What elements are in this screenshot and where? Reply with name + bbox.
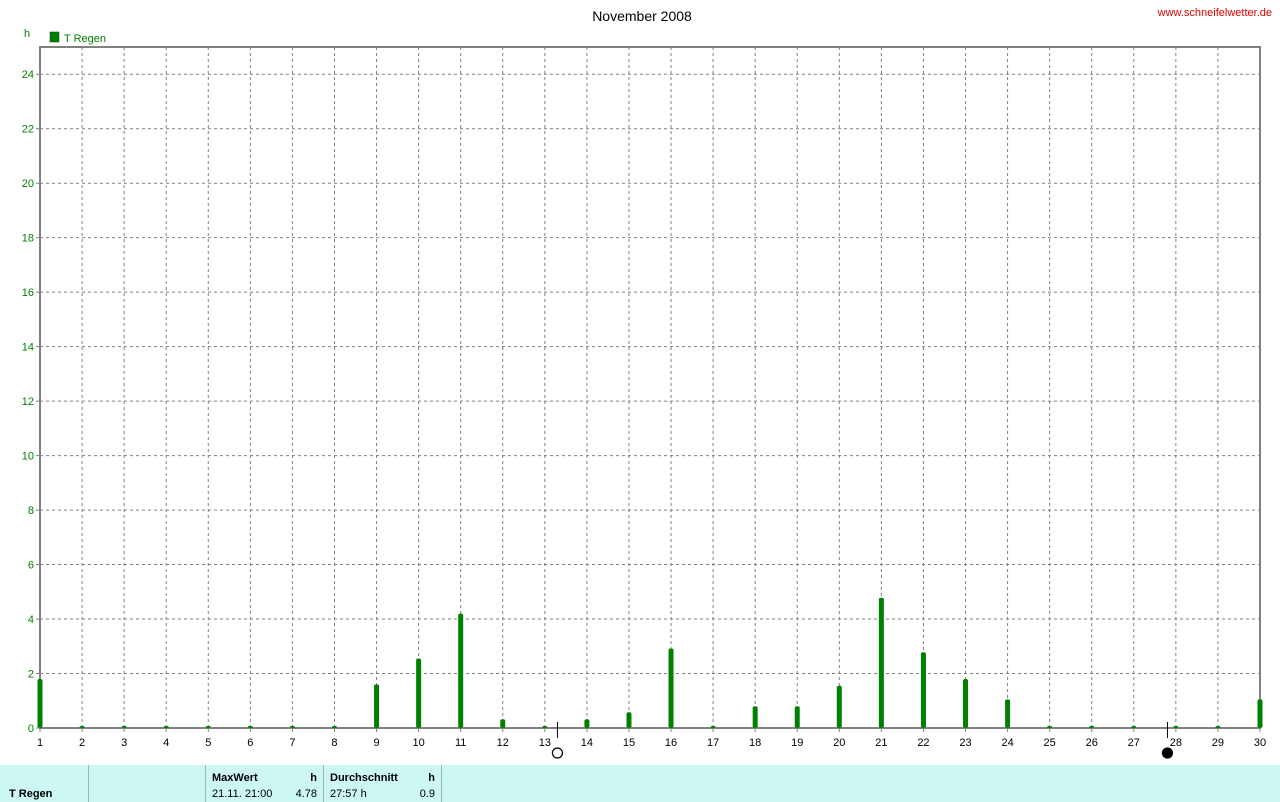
x-tick-label: 26 [1086,737,1098,749]
x-tick-label: 4 [163,737,169,749]
x-tick-label: 9 [373,737,379,749]
x-tick-label: 8 [331,737,337,749]
empty-cell [89,765,206,802]
x-tick-label: 5 [205,737,211,749]
y-tick-label: 6 [28,560,34,572]
x-tick-label: 21 [875,737,887,749]
new-moon-icon [1161,747,1174,759]
y-tick-label: 0 [28,723,34,735]
x-tick-label: 28 [1170,737,1182,749]
x-tick-label: 13 [539,737,551,749]
y-tick-label: 18 [22,233,34,245]
bar-day-2 [79,726,85,728]
bar-day-7 [289,726,295,728]
max-cell: MaxWert h 21.11. 21:00 4.78 [206,765,324,802]
x-tick-label: 20 [833,737,845,749]
y-tick-label: 12 [22,396,34,408]
x-tick-label: 11 [455,737,466,749]
legend-swatch [49,31,60,43]
bar-day-22 [920,652,926,728]
bar-day-15 [626,712,632,728]
max-time: 21.11. 21:00 [212,788,273,800]
max-value: 4.78 [295,788,317,800]
bar-day-30 [1257,699,1263,728]
x-tick-label: 24 [1001,737,1013,749]
x-tick-label: 1 [37,737,43,749]
y-tick-label: 22 [22,124,34,136]
bar-day-8 [331,726,337,728]
rain-chart: November 2008 www.schneifelwetter.de h T… [22,7,1272,759]
x-tick-label: 30 [1254,737,1266,749]
bar-day-19 [794,706,800,728]
full-moon-icon [551,747,564,759]
bar-day-3 [121,726,127,728]
series-cell: T Regen [0,765,89,802]
y-tick-label: 24 [22,69,34,81]
x-tick-label: 19 [791,737,803,749]
bar-day-25 [1047,726,1053,728]
max-unit: h [310,772,317,784]
x-tick-label: 12 [497,737,509,749]
x-tick-label: 25 [1044,737,1056,749]
y-axis-unit: h [24,28,30,40]
bar-day-27 [1131,726,1137,728]
avg-total: 27:57 h [330,788,367,800]
stats-footer: T Regen MaxWert h 21.11. 21:00 4.78 Durc… [0,765,1280,802]
bar-day-1 [37,678,43,728]
bar-day-29 [1215,726,1221,728]
x-tick-label: 22 [917,737,929,749]
y-tick-label: 20 [22,178,34,190]
bar-day-13 [542,726,548,728]
x-tick-label: 16 [665,737,677,749]
site-link[interactable]: www.schneifelwetter.de [1157,7,1272,19]
avg-header: Durchschnitt [330,772,398,784]
bar-day-11 [458,613,464,728]
bar-day-4 [163,726,169,728]
x-tick-label: 14 [581,737,593,749]
y-tick-label: 16 [22,287,34,299]
bar-day-9 [374,684,380,728]
avg-unit: h [428,772,435,784]
x-tick-label: 23 [959,737,971,749]
y-tick-label: 8 [28,505,34,517]
bar-day-20 [836,685,842,728]
y-tick-label: 2 [28,669,34,681]
bar-day-26 [1089,726,1095,728]
y-tick-label: 14 [22,342,34,354]
x-tick-label: 2 [79,737,85,749]
avg-cell: Durchschnitt h 27:57 h 0.9 [324,765,442,802]
bar-day-23 [963,678,969,728]
bar-day-21 [878,597,884,728]
footer-series-name: T Regen [9,788,53,800]
x-tick-label: 18 [749,737,761,749]
x-tick-label: 7 [289,737,295,749]
x-tick-label: 27 [1128,737,1140,749]
bar-day-18 [752,706,758,728]
chart-title: November 2008 [592,8,692,24]
y-tick-label: 4 [28,614,34,626]
x-tick-label: 17 [707,737,719,749]
bar-day-10 [416,658,422,728]
max-header: MaxWert [212,772,258,784]
bar-day-17 [710,726,716,728]
bar-day-16 [668,648,674,728]
y-tick-label: 10 [22,451,34,463]
x-tick-label: 29 [1212,737,1224,749]
bar-day-14 [584,719,590,728]
x-tick-label: 15 [623,737,635,749]
bar-day-6 [247,726,253,728]
plot-frame [39,46,1261,729]
bar-day-24 [1005,699,1011,728]
bar-day-5 [205,726,211,728]
bar-day-28 [1173,726,1179,728]
legend-label: T Regen [64,33,106,45]
bar-day-12 [500,719,506,728]
x-tick-label: 10 [412,737,424,749]
x-tick-label: 6 [247,737,253,749]
avg-value: 0.9 [419,788,435,800]
x-tick-label: 3 [121,737,127,749]
